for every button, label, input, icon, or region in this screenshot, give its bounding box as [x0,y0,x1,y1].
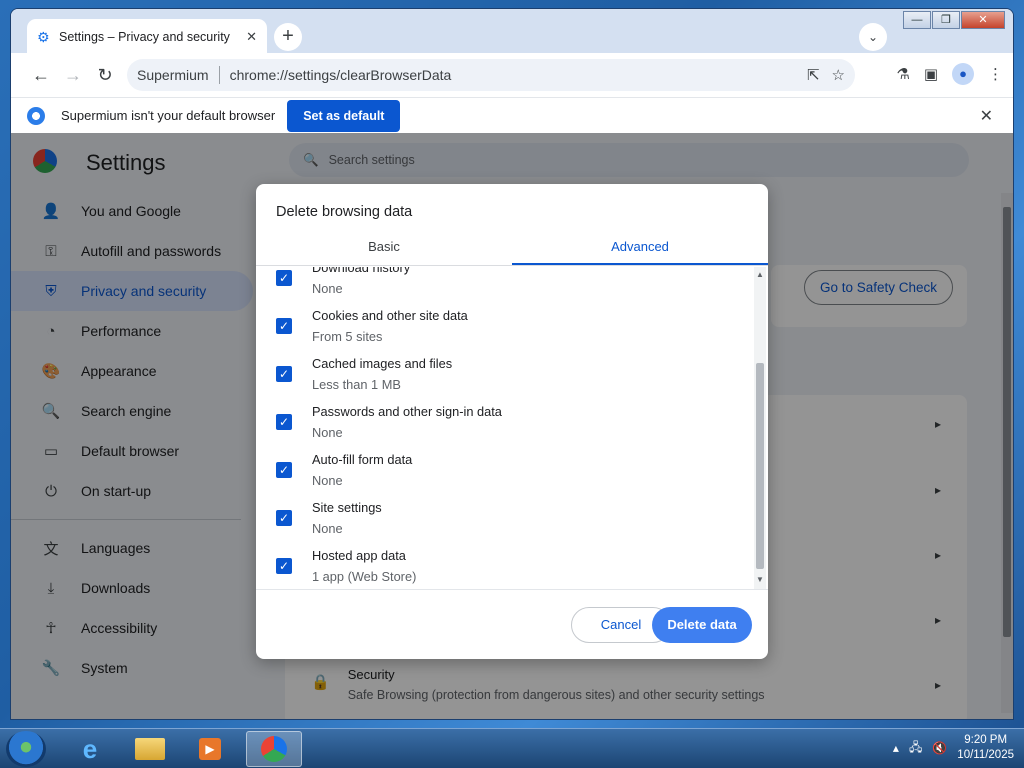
checkbox-checked-icon[interactable]: ✓ [276,414,292,430]
start-button[interactable] [6,731,46,767]
close-window-button[interactable]: ✕ [961,11,1005,29]
tab-advanced[interactable]: Advanced [512,230,768,265]
scrollbar-thumb[interactable] [756,363,764,569]
item-title: Cookies and other site data [312,308,468,323]
browser-taskbar-icon[interactable] [246,731,302,767]
infobar-message: Supermium isn't your default browser [61,108,276,123]
profile-avatar[interactable]: ● [952,63,974,85]
divider [218,66,220,84]
clock-date: 10/11/2025 [957,749,1014,761]
item-subtitle: None [312,521,343,536]
checkbox-checked-icon[interactable]: ✓ [276,558,292,574]
share-icon[interactable]: ⇱ [807,66,820,84]
checkbox-checked-icon[interactable]: ✓ [276,366,292,382]
item-subtitle: From 5 sites [312,329,383,344]
checkbox-checked-icon[interactable]: ✓ [276,510,292,526]
item-subtitle: Less than 1 MB [312,377,401,392]
item-subtitle: 1 app (Web Store) [312,569,417,584]
close-icon[interactable]: ✕ [980,106,993,126]
checkbox-checked-icon[interactable]: ✓ [276,270,292,286]
data-type-list: ✓ Download history None ✓ Cookies and oth… [256,267,754,589]
list-item[interactable]: ✓ Site settings None [276,500,382,536]
url-text[interactable]: chrome://settings/clearBrowserData [230,67,795,83]
browser-toolbar: ← → ↻ Supermium chrome://settings/clearB… [11,53,1013,97]
labs-icon[interactable]: ⚗ [896,65,909,83]
side-panel-icon[interactable]: ▣ [924,65,938,83]
close-tab-icon[interactable]: ✕ [246,29,257,45]
taskbar: e ▶ ▴ 🖧 🔇 9:20 PM 10/11/2025 [0,728,1024,768]
item-title: Auto-fill form data [312,452,413,467]
divider [256,589,768,590]
item-title: Passwords and other sign-in data [312,404,502,419]
menu-icon[interactable]: ⋮ [988,65,1003,83]
item-subtitle: None [312,281,343,296]
set-as-default-button[interactable]: Set as default [287,99,401,132]
new-tab-button[interactable]: + [274,23,302,51]
gear-icon: ⚙ [37,29,50,45]
back-icon[interactable]: ← [25,65,57,86]
item-title: Download history [312,267,411,275]
checkbox-checked-icon[interactable]: ✓ [276,318,292,334]
browser-logo-icon [27,106,45,125]
volume-muted-icon[interactable]: 🔇 [932,741,947,755]
item-title: Site settings [312,500,382,515]
reload-icon[interactable]: ↻ [89,65,121,86]
network-icon[interactable]: 🖧 [909,738,922,759]
delete-data-button[interactable]: Delete data [652,607,752,643]
star-icon[interactable]: ☆ [832,66,845,84]
tab-search-button[interactable]: ⌄ [859,23,887,51]
media-player-icon[interactable]: ▶ [182,731,238,767]
dialog-tabs: Basic Advanced [256,230,768,266]
list-item[interactable]: ✓ Cached images and files Less than 1 MB [276,356,452,392]
list-item[interactable]: ✓ Auto-fill form data None [276,452,412,488]
list-item[interactable]: ✓ Passwords and other sign-in data None [276,404,502,440]
toolbar-actions: ⚗ ▣ ● ⋮ [896,63,1003,85]
file-explorer-icon[interactable] [122,731,178,767]
dialog-scrollbar[interactable]: ▲ ▼ [754,267,766,589]
internet-explorer-icon[interactable]: e [62,731,118,767]
item-title: Hosted app data [312,548,406,563]
checkbox-checked-icon[interactable]: ✓ [276,462,292,478]
minimize-button[interactable]: — [903,11,931,29]
system-tray: ▴ 🖧 🔇 9:20 PM 10/11/2025 [893,733,1014,763]
clock[interactable]: 9:20 PM 10/11/2025 [957,733,1014,763]
clock-time: 9:20 PM [964,734,1008,746]
forward-icon[interactable]: → [57,65,89,86]
site-label: Supermium [137,67,209,83]
scroll-up-icon[interactable]: ▲ [756,270,764,279]
default-browser-infobar: Supermium isn't your default browser Set… [11,97,1013,133]
item-subtitle: None [312,473,343,488]
item-subtitle: None [312,425,343,440]
tab-basic[interactable]: Basic [256,230,512,265]
tab-title: Settings – Privacy and security [59,30,230,44]
maximize-button[interactable]: ❐ [932,11,960,29]
title-bar: ⚙ Settings – Privacy and security ✕ + ⌄ … [11,9,1013,55]
browser-tab[interactable]: ⚙ Settings – Privacy and security ✕ [27,19,267,55]
delete-browsing-data-dialog: Delete browsing data Basic Advanced ✓ Do… [256,184,768,659]
list-item[interactable]: ✓ Cookies and other site data From 5 site… [276,308,468,344]
dialog-title: Delete browsing data [276,204,413,220]
show-hidden-icons-icon[interactable]: ▴ [893,741,899,755]
list-item[interactable]: ✓ Hosted app data 1 app (Web Store) [276,548,416,584]
window-controls: — ❐ ✕ [903,11,1005,29]
address-bar[interactable]: Supermium chrome://settings/clearBrowser… [127,59,855,91]
list-item[interactable]: ✓ Download history None [276,267,410,296]
scroll-down-icon[interactable]: ▼ [756,575,764,584]
item-title: Cached images and files [312,356,453,371]
